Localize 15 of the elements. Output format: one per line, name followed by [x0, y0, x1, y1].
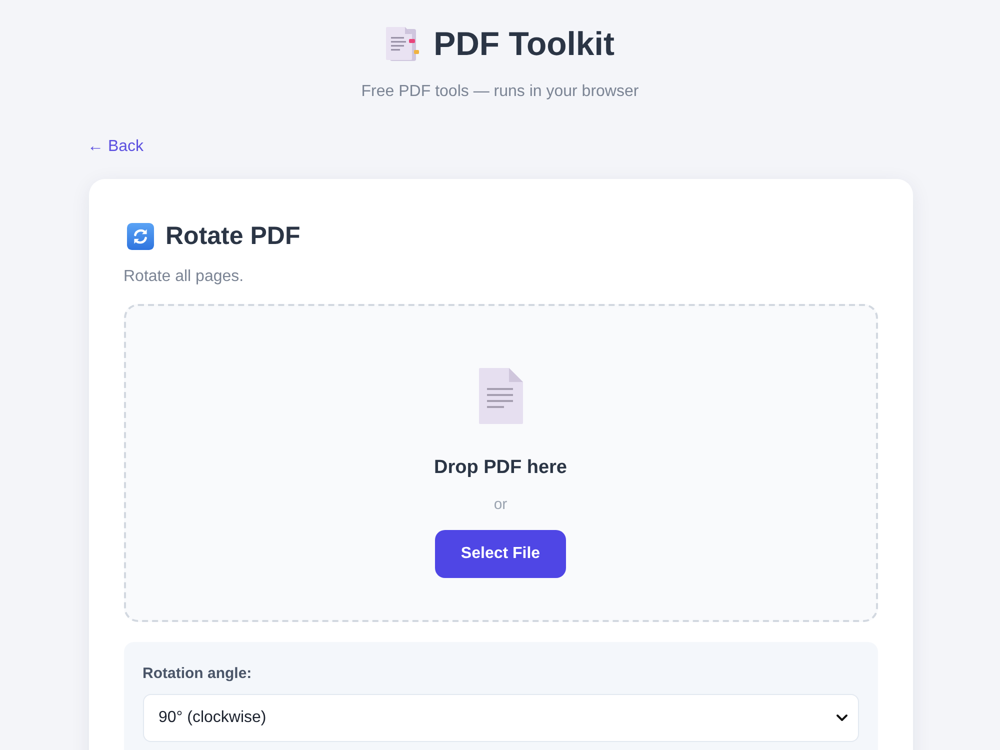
tool-description: Rotate all pages.	[124, 267, 245, 287]
angle-select[interactable]: 90° (clockwise)	[142, 694, 858, 742]
drop-heading: Drop PDF here	[434, 456, 568, 480]
drop-zone[interactable]: Drop PDF here or Select File	[124, 304, 878, 622]
separator-text: or	[494, 496, 508, 514]
tool-title: Rotate PDF	[166, 221, 300, 251]
circular-arrows-icon	[126, 222, 154, 250]
chevron-down-icon	[836, 714, 848, 722]
select-file-button[interactable]: Select File	[435, 530, 566, 578]
angle-label: Rotation angle:	[142, 664, 253, 684]
app-subtitle: Free PDF tools — runs in your browser	[361, 82, 639, 102]
app-title: PDF Toolkit	[434, 24, 614, 64]
back-link[interactable]: ← Back	[88, 137, 144, 157]
document-icon	[386, 26, 420, 62]
document-icon	[478, 368, 522, 424]
